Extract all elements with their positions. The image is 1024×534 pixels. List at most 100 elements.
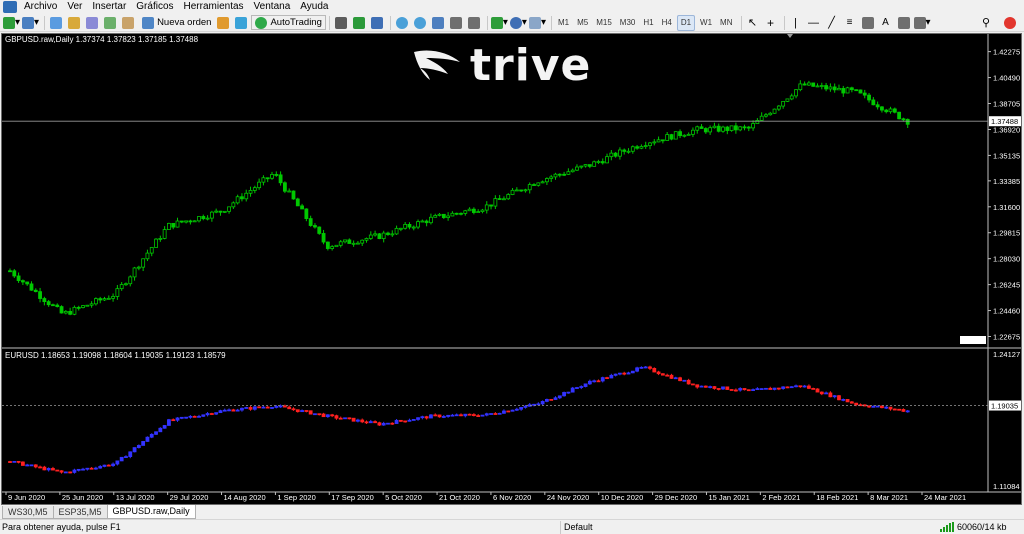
trendline-button[interactable]: ╱ bbox=[824, 15, 840, 31]
menu-ventana[interactable]: Ventana bbox=[249, 0, 296, 14]
tab-esp35[interactable]: ESP35,M5 bbox=[52, 506, 108, 519]
crosshair-button[interactable]: + bbox=[763, 15, 779, 31]
candle bbox=[579, 165, 584, 169]
chart-shift-button[interactable] bbox=[466, 15, 482, 31]
text-label-button[interactable] bbox=[896, 15, 912, 31]
candle bbox=[802, 81, 807, 86]
candle bbox=[789, 386, 794, 389]
candle bbox=[824, 82, 828, 92]
tab-gbpusd[interactable]: GBPUSD.raw,Daily bbox=[106, 505, 196, 519]
indicators-button[interactable]: ▾ bbox=[490, 15, 508, 31]
candlestick-button[interactable] bbox=[351, 15, 367, 31]
autotrading-button[interactable]: AutoTrading bbox=[251, 15, 326, 30]
arrows-button[interactable]: ▾ bbox=[913, 15, 931, 31]
zoom-out-button[interactable] bbox=[412, 15, 428, 31]
channel-button[interactable]: ≡ bbox=[842, 15, 858, 31]
timeframe-h4[interactable]: H4 bbox=[659, 15, 675, 31]
candle bbox=[888, 106, 893, 114]
search-icon[interactable]: ⚲ bbox=[978, 15, 994, 31]
candle bbox=[94, 297, 98, 306]
candle bbox=[373, 230, 377, 237]
x-tick-label: 14 Aug 2020 bbox=[224, 493, 266, 502]
zoom-in-button[interactable] bbox=[394, 15, 410, 31]
navigator-button[interactable] bbox=[84, 15, 100, 31]
candle bbox=[510, 187, 515, 196]
menu-insertar[interactable]: Insertar bbox=[87, 0, 131, 14]
candle bbox=[875, 405, 880, 408]
candle bbox=[25, 463, 30, 467]
horizontal-line-button[interactable]: — bbox=[806, 15, 822, 31]
signals-button[interactable] bbox=[233, 15, 249, 31]
candle bbox=[403, 420, 408, 423]
menu-graficos[interactable]: Gráficos bbox=[131, 0, 178, 14]
candle bbox=[669, 133, 674, 141]
tile-windows-button[interactable] bbox=[430, 15, 446, 31]
candle bbox=[781, 100, 786, 109]
chart-window[interactable]: 1.42275 1.40490 1.38705 1.36920 1.35135 1.333… bbox=[1, 33, 1022, 505]
candle bbox=[493, 412, 498, 415]
candle bbox=[197, 414, 201, 418]
tab-ws30[interactable]: WS30,M5 bbox=[2, 506, 54, 519]
bar-chart-button[interactable] bbox=[333, 15, 349, 31]
toolbar-separator bbox=[783, 15, 785, 30]
candle bbox=[373, 420, 377, 424]
timeframe-m30[interactable]: M30 bbox=[617, 15, 639, 31]
candle bbox=[768, 111, 773, 116]
auto-scroll-button[interactable] bbox=[448, 15, 464, 31]
tester-button[interactable] bbox=[120, 15, 136, 31]
terminal-button[interactable] bbox=[102, 15, 118, 31]
timeframe-mn[interactable]: MN bbox=[717, 15, 735, 31]
candle bbox=[424, 219, 429, 227]
candle bbox=[55, 469, 60, 472]
templates-button[interactable]: ▾ bbox=[528, 15, 546, 31]
candle bbox=[807, 384, 811, 390]
candle bbox=[98, 465, 103, 469]
x-tick-label: 2 Feb 2021 bbox=[762, 493, 800, 502]
vertical-line-button[interactable]: | bbox=[788, 15, 804, 31]
candle bbox=[287, 188, 292, 193]
metaeditor-button[interactable] bbox=[215, 15, 231, 31]
menu-herramientas[interactable]: Herramientas bbox=[179, 0, 249, 14]
market-watch-button[interactable] bbox=[48, 15, 64, 31]
candle bbox=[716, 123, 721, 133]
menu-ver[interactable]: Ver bbox=[62, 0, 87, 14]
timeframe-w1[interactable]: W1 bbox=[697, 15, 715, 31]
periods-button[interactable]: ▾ bbox=[509, 15, 527, 31]
eurusd-candles bbox=[8, 365, 910, 474]
menu-archivo[interactable]: Archivo bbox=[19, 0, 62, 14]
profiles-button[interactable]: ▾ bbox=[22, 15, 39, 31]
timeframe-d1[interactable]: D1 bbox=[676, 14, 696, 31]
candle bbox=[764, 387, 768, 390]
candle bbox=[471, 413, 476, 417]
new-chart-button[interactable]: ▾ bbox=[3, 15, 20, 31]
candle bbox=[59, 470, 64, 474]
candle bbox=[480, 414, 485, 417]
app-icon[interactable] bbox=[3, 1, 17, 13]
candle bbox=[751, 388, 755, 391]
chart-canvas[interactable]: 1.42275 1.40490 1.38705 1.36920 1.35135 1.333… bbox=[2, 34, 1021, 504]
timeframe-m5[interactable]: M5 bbox=[574, 15, 591, 31]
line-chart-button[interactable] bbox=[369, 15, 385, 31]
candle bbox=[489, 413, 493, 415]
candle bbox=[248, 405, 253, 411]
indicators-icon bbox=[490, 16, 503, 29]
candle bbox=[600, 376, 605, 383]
timeframe-m15[interactable]: M15 bbox=[593, 15, 615, 31]
timeframe-m1[interactable]: M1 bbox=[555, 15, 572, 31]
candle bbox=[725, 125, 730, 135]
menu-ayuda[interactable]: Ayuda bbox=[295, 0, 333, 14]
text-button[interactable]: A bbox=[878, 15, 894, 31]
timeframe-h1[interactable]: H1 bbox=[640, 15, 656, 31]
notifications-icon[interactable] bbox=[1002, 15, 1018, 31]
cursor-button[interactable]: ↖ bbox=[745, 15, 761, 31]
candle bbox=[214, 412, 219, 415]
status-connection[interactable]: 60060/14 kb bbox=[940, 522, 1007, 532]
data-window-button[interactable] bbox=[66, 15, 82, 31]
metaeditor-icon bbox=[217, 16, 230, 29]
candle bbox=[149, 433, 154, 439]
fibonacci-button[interactable] bbox=[860, 15, 876, 31]
candle bbox=[244, 189, 249, 202]
candle bbox=[51, 303, 55, 307]
candle bbox=[343, 239, 347, 244]
new-order-button[interactable]: Nueva orden bbox=[138, 15, 215, 30]
